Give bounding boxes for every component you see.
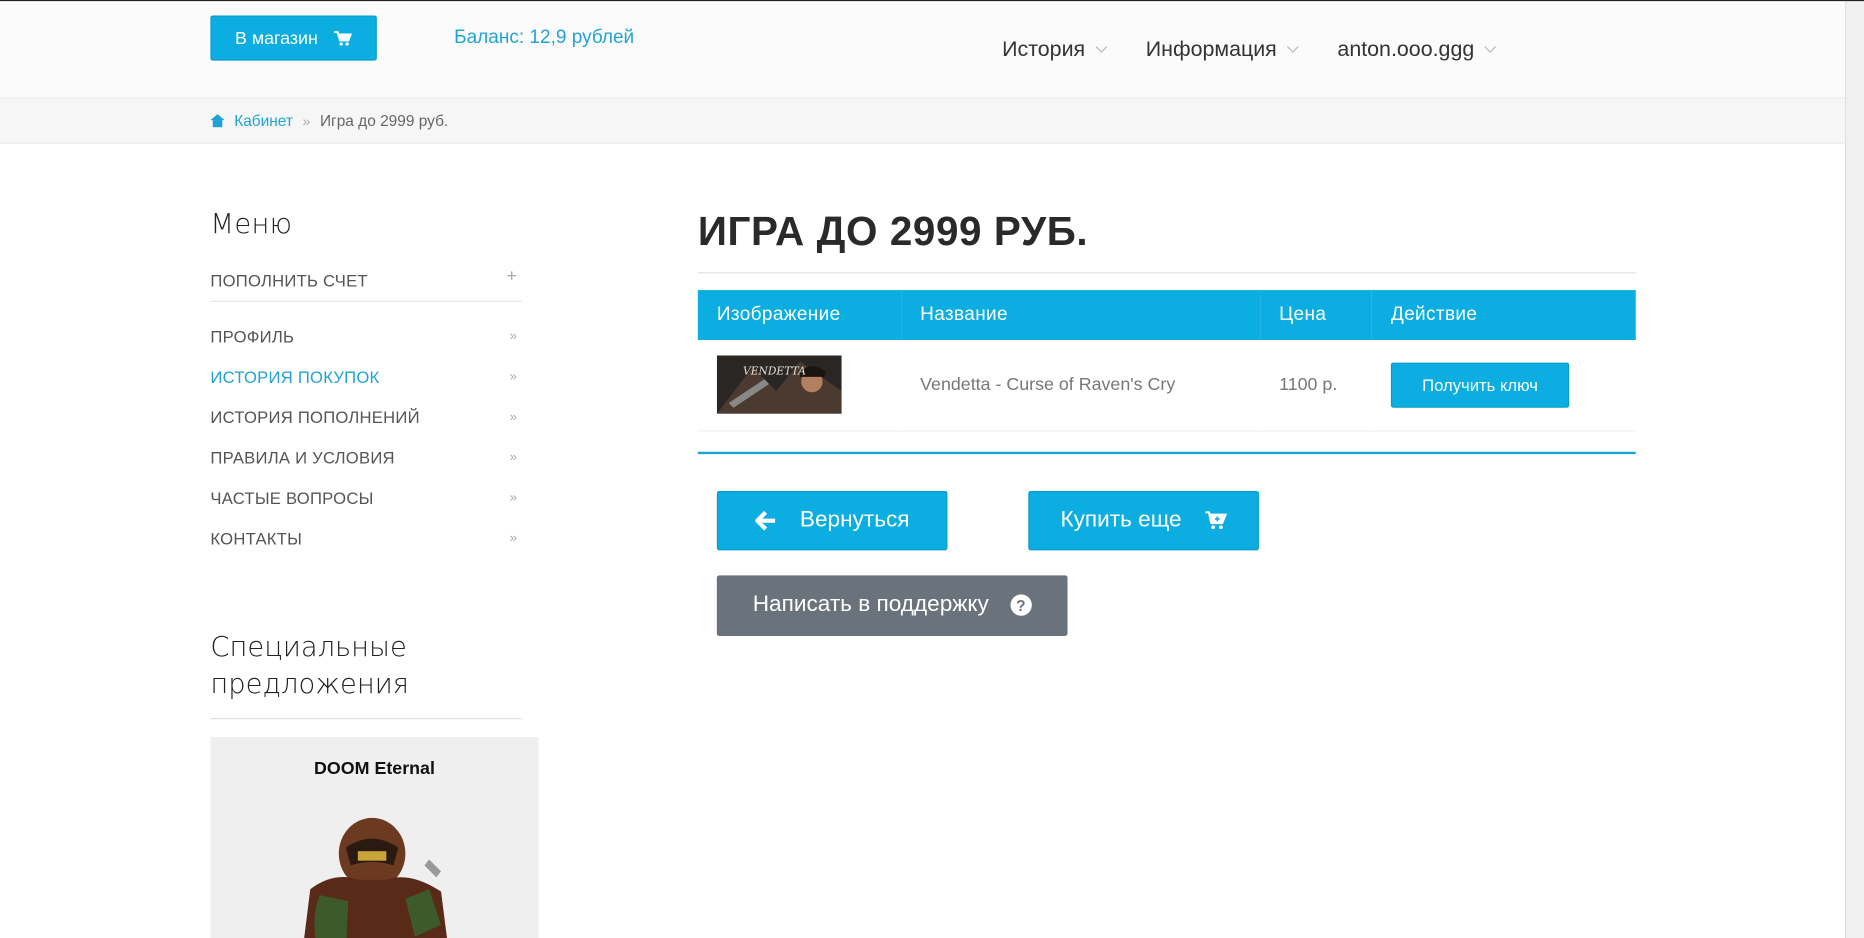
nav-history-label: История — [1002, 36, 1086, 61]
buy-more-button-label: Купить еще — [1060, 507, 1182, 532]
back-button[interactable]: Вернуться — [716, 490, 948, 550]
back-button-label: Вернуться — [799, 507, 910, 532]
header: В магазин Баланс: 12,9 рублей История Ин… — [0, 1, 1845, 99]
sidebar-item-label: ПРОФИЛЬ — [210, 326, 295, 346]
sidebar-item-rules[interactable]: ПРАВИЛА И УСЛОВИЯ » — [210, 437, 521, 477]
buy-more-button[interactable]: Купить еще — [1028, 490, 1259, 550]
menu-title: Меню — [210, 209, 293, 241]
double-chevron-right-icon: » — [509, 329, 518, 344]
sidebar-item-contacts[interactable]: КОНТАКТЫ » — [210, 518, 521, 558]
page-title: ИГРА ДО 2999 РУБ. — [697, 209, 1636, 274]
sidebar-item-top-up[interactable]: ПОПОЛНИТЬ СЧЕТ + — [210, 262, 522, 302]
doom-slayer-image — [304, 817, 447, 938]
sidebar-item-faq[interactable]: ЧАСТЫЕ ВОПРОСЫ » — [210, 478, 521, 518]
double-chevron-right-icon: » — [509, 369, 518, 384]
table-divider — [697, 451, 1636, 454]
sidebar-item-label: ПОПОЛНИТЬ СЧЕТ — [210, 271, 368, 291]
sidebar: Меню ПОПОЛНИТЬ СЧЕТ + ПРОФИЛЬ » ИСТОРИЯ … — [210, 209, 539, 938]
balance-text: Баланс: 12,9 рублей — [454, 27, 635, 48]
sidebar-item-label: ИСТОРИЯ ПОПОЛНЕНИЙ — [210, 407, 420, 427]
page-scrollbar[interactable] — [1844, 1, 1864, 938]
cell-name: Vendetta - Curse of Raven's Cry — [920, 374, 1176, 395]
thumbnail-logo-text: VENDETTA — [743, 365, 806, 378]
cart-icon — [334, 30, 353, 46]
plus-icon: + — [506, 266, 518, 287]
arrow-left-icon — [755, 510, 775, 530]
double-chevron-right-icon: » — [509, 450, 518, 465]
breadcrumb: Кабинет » Игра до 2999 руб. — [210, 112, 448, 130]
chevron-down-icon — [1095, 41, 1108, 53]
cell-price: 1100 р. — [1279, 374, 1338, 395]
chevron-down-icon — [1484, 41, 1497, 53]
purchase-table: Изображение Название Цена Действие VENDE… — [697, 290, 1636, 431]
double-chevron-right-icon: » — [509, 490, 518, 506]
question-circle-icon: ? — [1010, 594, 1032, 616]
breadcrumb-separator-icon: » — [302, 112, 311, 129]
nav-history[interactable]: История — [1002, 36, 1108, 62]
get-key-button[interactable]: Получить ключ — [1390, 362, 1570, 408]
col-price: Цена — [1279, 304, 1327, 325]
promo-title: DOOM Eternal — [314, 758, 435, 779]
cell-action: Получить ключ — [1372, 340, 1636, 430]
sidebar-item-topup-history[interactable]: ИСТОРИЯ ПОПОЛНЕНИЙ » — [210, 397, 521, 437]
shop-button[interactable]: В магазин — [210, 15, 377, 61]
cart-plus-icon — [1205, 510, 1227, 529]
nav-user[interactable]: anton.ooo.ggg — [1337, 36, 1497, 62]
game-thumbnail: VENDETTA — [716, 355, 842, 414]
action-buttons: Вернуться Купить еще — [698, 490, 1636, 550]
breadcrumb-bar: Кабинет » Игра до 2999 руб. — [0, 98, 1845, 144]
col-name: Название — [920, 304, 1008, 325]
chevron-down-icon — [1286, 41, 1299, 53]
sidebar-item-purchase-history[interactable]: ИСТОРИЯ ПОКУПОК » — [210, 357, 521, 397]
nav-user-label: anton.ooo.ggg — [1337, 36, 1475, 61]
sidebar-item-label: ИСТОРИЯ ПОКУПОК — [210, 367, 380, 387]
sidebar-item-profile[interactable]: ПРОФИЛЬ » — [210, 316, 521, 356]
special-offers-title: Специальные предложения — [210, 630, 522, 720]
top-nav: История Информация anton.ooo.ggg — [1002, 36, 1497, 62]
table-header-row: Изображение Название Цена Действие — [697, 290, 1636, 340]
sidebar-menu: ПОПОЛНИТЬ СЧЕТ + ПРОФИЛЬ » ИСТОРИЯ ПОКУП… — [210, 262, 522, 559]
support-button[interactable]: Написать в поддержку ? — [716, 574, 1068, 636]
col-image: Изображение — [716, 304, 841, 325]
double-chevron-right-icon: » — [509, 410, 518, 425]
nav-information-label: Информация — [1145, 36, 1277, 61]
support-button-label: Написать в поддержку — [752, 592, 989, 617]
main-content: ИГРА ДО 2999 РУБ. Изображение Название Ц… — [697, 209, 1636, 636]
table-row: VENDETTA Vendetta - Curse of Raven's Cry… — [697, 340, 1636, 431]
promo-card[interactable]: DOOM Eternal — [210, 737, 539, 938]
shop-button-label: В магазин — [234, 27, 318, 49]
sidebar-item-label: ПРАВИЛА И УСЛОВИЯ — [210, 448, 395, 468]
nav-information[interactable]: Информация — [1145, 36, 1299, 62]
cell-image: VENDETTA — [698, 340, 901, 430]
breadcrumb-home-link[interactable]: Кабинет — [234, 112, 293, 130]
breadcrumb-current: Игра до 2999 руб. — [319, 111, 449, 130]
home-icon — [210, 114, 225, 128]
sidebar-item-label: ЧАСТЫЕ ВОПРОСЫ — [210, 488, 374, 508]
sidebar-item-label: КОНТАКТЫ — [210, 529, 303, 549]
col-action: Действие — [1390, 304, 1478, 325]
double-chevron-right-icon: » — [509, 531, 518, 546]
